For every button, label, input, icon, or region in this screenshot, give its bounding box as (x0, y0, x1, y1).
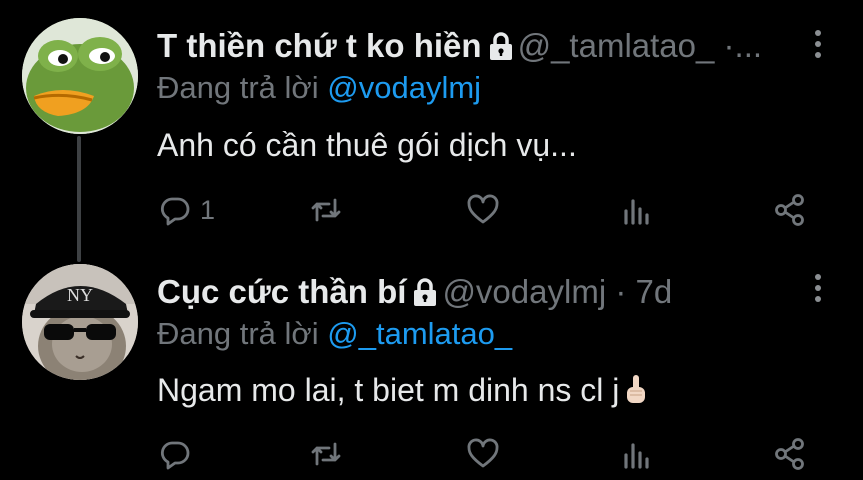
lock-icon (488, 30, 514, 70)
reply-icon (160, 441, 190, 470)
separator: · (615, 273, 627, 310)
tweet-1[interactable]: T thiền chứ t ko hiền @_tamlatao_ ·... Đa… (0, 0, 863, 262)
more-icon[interactable] (811, 30, 825, 64)
cat-sunglasses-avatar-image: NY (22, 264, 138, 380)
handle[interactable]: @vodaylmj (442, 273, 606, 310)
reply-count: 1 (200, 194, 216, 225)
mention-link[interactable]: @_tamlatao_ (327, 316, 512, 351)
like-icon (467, 438, 499, 468)
more-icon[interactable] (811, 274, 825, 308)
reply-button[interactable] (158, 434, 200, 474)
display-name[interactable]: T thiền chứ t ko hiền (157, 27, 482, 64)
mention-link[interactable]: @vodaylmj (327, 70, 481, 105)
share-icon (775, 194, 804, 226)
tweet-text: Ngam mo lai, t biet m dinh ns cl j (157, 370, 649, 416)
avatar[interactable]: NY (22, 264, 138, 380)
stats-icon (624, 199, 649, 225)
replying-prefix: Đang trả lời (157, 316, 319, 351)
tweet-text-content: Ngam mo lai, t biet m dinh ns cl j (157, 372, 620, 408)
retweet-icon (311, 198, 341, 222)
retweet-icon (311, 442, 341, 466)
share-button[interactable] (773, 434, 807, 474)
tweet-header: Cục cức thần bí @vodaylmj · 7d (157, 272, 803, 316)
lock-icon (412, 276, 438, 316)
stats-button[interactable] (620, 434, 654, 474)
share-icon (775, 438, 804, 470)
avatar[interactable] (22, 18, 138, 134)
middle-finger-emoji-icon (623, 373, 649, 416)
separator: ·... (723, 27, 763, 64)
replying-to: Đang trả lời @_tamlatao_ (157, 314, 512, 354)
tweet-2[interactable]: NY Cục cức thần bí @vodaylmj · 7d Đang tr… (0, 250, 863, 480)
reply-button[interactable]: 1 (158, 190, 215, 230)
action-bar (0, 434, 863, 474)
retweet-button[interactable] (309, 190, 343, 230)
like-icon (467, 194, 499, 224)
replying-prefix: Đang trả lời (157, 70, 319, 105)
svg-text:NY: NY (67, 285, 93, 305)
reply-icon (160, 197, 190, 226)
like-button[interactable] (466, 434, 500, 474)
retweet-button[interactable] (309, 434, 343, 474)
like-button[interactable] (466, 190, 500, 230)
tweet-header: T thiền chứ t ko hiền @_tamlatao_ ·... (157, 26, 803, 70)
stats-icon (624, 443, 649, 469)
handle[interactable]: @_tamlatao_ (518, 27, 715, 64)
frog-avatar-image (22, 18, 138, 134)
share-button[interactable] (773, 190, 807, 230)
tweet-text: Anh có cần thuê gói dịch vụ... (157, 127, 577, 163)
action-bar: 1 (0, 190, 863, 230)
stats-button[interactable] (620, 190, 654, 230)
display-name[interactable]: Cục cức thần bí (157, 273, 406, 310)
timestamp[interactable]: 7d (636, 273, 673, 310)
replying-to: Đang trả lời @vodaylmj (157, 68, 481, 108)
